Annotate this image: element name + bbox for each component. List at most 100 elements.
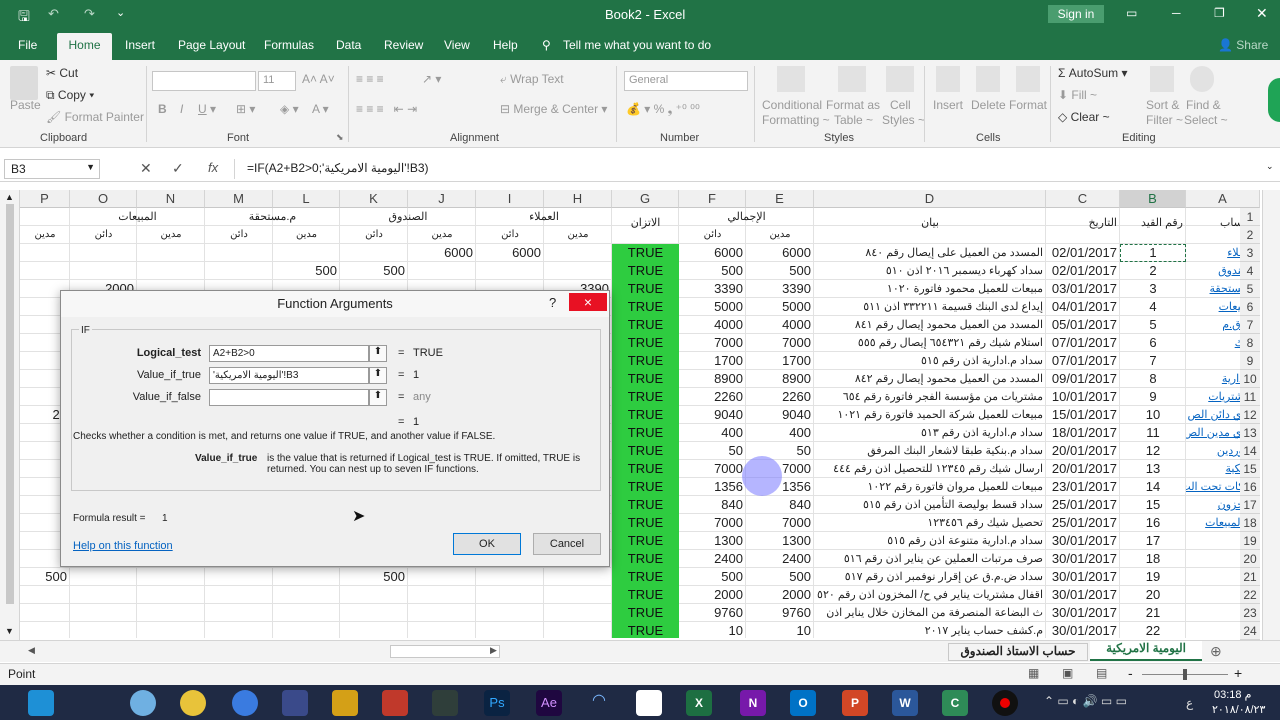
number-format-combo[interactable]: General: [624, 71, 748, 91]
credit-total-cell[interactable]: 2400: [679, 550, 746, 568]
description-cell[interactable]: مبيعات للعميل شركة الحميد فاتورة رقم ١٠٢…: [814, 406, 1046, 424]
undo-icon[interactable]: ↶: [48, 6, 59, 22]
date-cell[interactable]: 03/01/2017: [1046, 280, 1120, 298]
credit-total-cell[interactable]: 7000: [679, 460, 746, 478]
subheader-o[interactable]: دائن: [70, 226, 137, 244]
format-as-table-button-2[interactable]: Table ~: [834, 113, 873, 127]
description-cell[interactable]: تحصيل شيك رقم ١٢٣٤٥٦: [814, 514, 1046, 532]
insert-function-icon[interactable]: fx: [208, 160, 218, 175]
subheader-p[interactable]: مدين: [20, 226, 70, 244]
zoom-slider-thumb[interactable]: [1183, 669, 1187, 680]
description-cell[interactable]: المسدد من العميل محمود إيصال رقم ٨٤١: [814, 316, 1046, 334]
language-indicator[interactable]: ع: [1186, 696, 1193, 710]
row-header[interactable]: 12: [1240, 406, 1260, 424]
tab-insert[interactable]: Insert: [125, 38, 155, 52]
arg2-collapse-icon[interactable]: ⬆: [369, 367, 387, 384]
excel-icon[interactable]: X: [686, 690, 712, 716]
credit-total-cell[interactable]: 1300: [679, 532, 746, 550]
row-header[interactable]: 19: [1240, 532, 1260, 550]
maximize-icon[interactable]: ❐: [1214, 6, 1225, 20]
credit-total-cell[interactable]: 400: [679, 424, 746, 442]
debit-total-cell[interactable]: 6000: [746, 244, 814, 262]
row-header[interactable]: 24: [1240, 622, 1260, 640]
balance-true-cell[interactable]: TRUE: [612, 262, 679, 280]
date-cell[interactable]: 30/01/2017: [1046, 532, 1120, 550]
credit-total-cell[interactable]: 500: [679, 568, 746, 586]
align-icons[interactable]: ≡ ≡ ≡ ⇤ ⇥: [356, 102, 417, 116]
date-cell[interactable]: 25/01/2017: [1046, 496, 1120, 514]
balance-true-cell[interactable]: TRUE: [612, 280, 679, 298]
entry-no-cell[interactable]: 5: [1120, 316, 1186, 334]
credit-total-cell[interactable]: 9760: [679, 604, 746, 622]
row-header[interactable]: 14: [1240, 442, 1260, 460]
enter-formula-icon[interactable]: ✓: [172, 160, 184, 177]
description-cell[interactable]: ث البضاعة المنصرفة من المخازن خلال يناير…: [814, 604, 1046, 622]
column-header-k[interactable]: K: [340, 190, 408, 208]
insert-cells-icon[interactable]: [936, 66, 960, 92]
balance-true-cell[interactable]: TRUE: [612, 334, 679, 352]
debit-total-cell[interactable]: 1300: [746, 532, 814, 550]
sort-filter-button-2[interactable]: Filter ~: [1146, 113, 1183, 127]
powerpoint-icon[interactable]: P: [842, 690, 868, 716]
balance-true-cell[interactable]: TRUE: [612, 298, 679, 316]
debit-total-cell[interactable]: 9760: [746, 604, 814, 622]
header-balance[interactable]: الاتزان: [612, 214, 679, 232]
description-cell[interactable]: المسدد من العميل على إيصال رقم ٨٤٠: [814, 244, 1046, 262]
zoom-out-button[interactable]: -: [1128, 665, 1133, 681]
column-header-c[interactable]: C: [1046, 190, 1120, 208]
column-header-g[interactable]: G: [612, 190, 679, 208]
share-button[interactable]: 👤 Share: [1218, 38, 1268, 52]
tab-review[interactable]: Review: [384, 38, 423, 52]
column-header-l[interactable]: L: [273, 190, 340, 208]
format-painter-button[interactable]: 🖌 Format Painter: [46, 110, 144, 124]
entry-no-cell[interactable]: 11: [1120, 424, 1186, 442]
format-as-table-icon[interactable]: [838, 66, 866, 92]
debit-total-cell[interactable]: 10: [746, 622, 814, 638]
balance-true-cell[interactable]: TRUE: [612, 622, 679, 638]
credit-total-cell[interactable]: 50: [679, 442, 746, 460]
row-header[interactable]: 23: [1240, 604, 1260, 622]
credit-total-cell[interactable]: 1700: [679, 352, 746, 370]
fill-button[interactable]: ⬇ Fill ~: [1058, 88, 1097, 102]
row-header[interactable]: 1: [1240, 208, 1260, 226]
debit-total-cell[interactable]: 3390: [746, 280, 814, 298]
entry-no-cell[interactable]: 12: [1120, 442, 1186, 460]
value-cell-k4[interactable]: 500: [340, 262, 408, 280]
ribbon-addin-icon[interactable]: [1268, 78, 1280, 122]
entry-no-cell[interactable]: 10: [1120, 406, 1186, 424]
date-cell[interactable]: 15/01/2017: [1046, 406, 1120, 424]
balance-true-cell[interactable]: TRUE: [612, 370, 679, 388]
arg2-input[interactable]: 'اليومية الامريكية'!B3: [209, 367, 369, 384]
subheader-l[interactable]: مدين: [273, 226, 340, 244]
column-header-i[interactable]: I: [476, 190, 544, 208]
entry-no-cell[interactable]: 13: [1120, 460, 1186, 478]
balance-true-cell[interactable]: TRUE: [612, 244, 679, 262]
minimize-icon[interactable]: ─: [1172, 6, 1181, 20]
column-header-j[interactable]: J: [408, 190, 476, 208]
entry-no-cell[interactable]: 21: [1120, 604, 1186, 622]
help-link[interactable]: Help on this function: [73, 540, 173, 552]
sort-filter-button[interactable]: Sort &: [1146, 98, 1179, 112]
entry-no-cell[interactable]: 20: [1120, 586, 1186, 604]
font-size-combo[interactable]: 11: [258, 71, 296, 91]
date-cell[interactable]: 30/01/2017: [1046, 586, 1120, 604]
clear-button[interactable]: ◇ Clear ~: [1058, 110, 1110, 124]
row-header[interactable]: 11: [1240, 388, 1260, 406]
entry-no-cell[interactable]: 4: [1120, 298, 1186, 316]
value-cell-p21[interactable]: 500: [20, 568, 70, 586]
game-icon[interactable]: [282, 690, 308, 716]
cell-styles-button[interactable]: Cell: [890, 98, 911, 112]
debit-total-cell[interactable]: 8900: [746, 370, 814, 388]
orientation-icon[interactable]: ↗ ▾: [422, 72, 441, 86]
subheader-m[interactable]: دائن: [205, 226, 273, 244]
description-cell[interactable]: سداد م.بنكية طبقا لاشعار البنك المرفق: [814, 442, 1046, 460]
date-cell[interactable]: 30/01/2017: [1046, 604, 1120, 622]
description-cell[interactable]: سداد كهرباء ديسمبر ٢٠١٦ اذن ٥١٠: [814, 262, 1046, 280]
description-cell[interactable]: اقفال مشتريات يناير في ح/ المخزون اذن رق…: [814, 586, 1046, 604]
top-align-icon[interactable]: ≡ ≡ ≡: [356, 72, 384, 86]
row-header[interactable]: 4: [1240, 262, 1260, 280]
entry-no-cell[interactable]: 18: [1120, 550, 1186, 568]
date-cell[interactable]: 20/01/2017: [1046, 442, 1120, 460]
credit-total-cell[interactable]: 8900: [679, 370, 746, 388]
description-cell[interactable]: مبيعات للعميل مروان فاتورة رقم ١٠٢٢: [814, 478, 1046, 496]
